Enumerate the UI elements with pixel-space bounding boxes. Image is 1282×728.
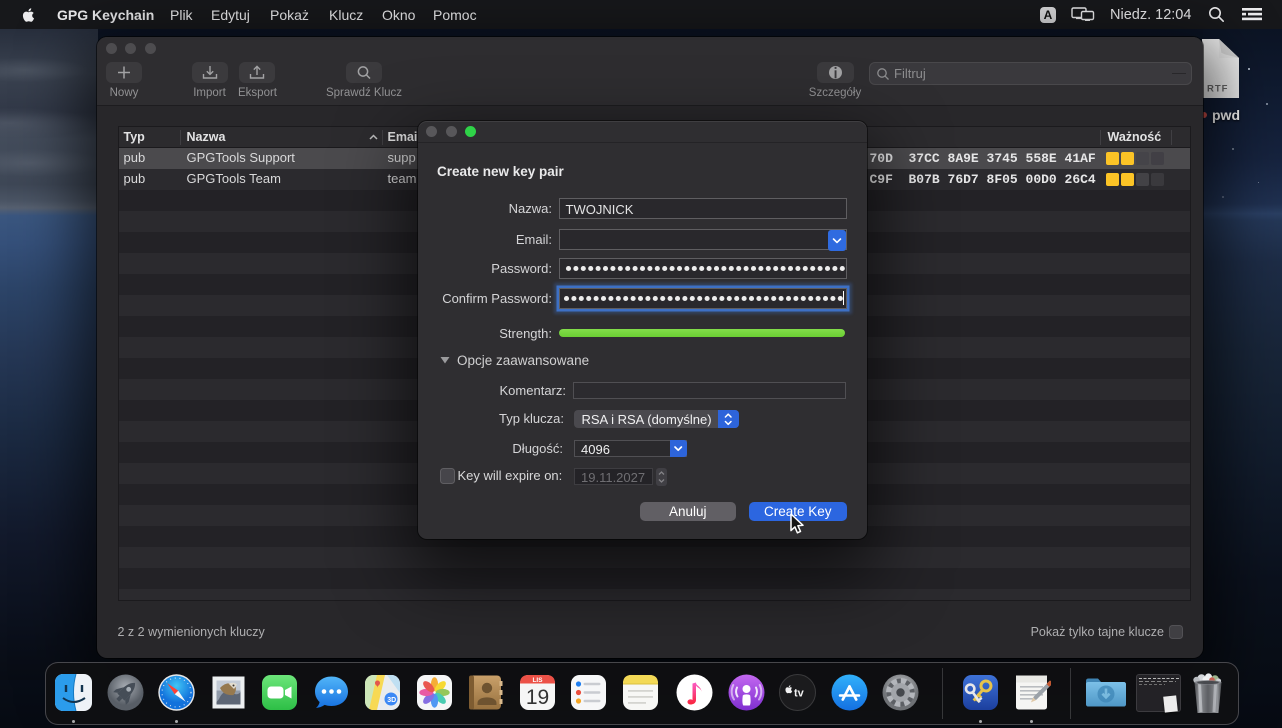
svg-text:3D: 3D xyxy=(387,697,396,704)
svg-text:19: 19 xyxy=(525,686,548,709)
svg-text:tv: tv xyxy=(794,688,805,700)
svg-text:LIS: LIS xyxy=(532,677,543,684)
svg-text:RTF: RTF xyxy=(1207,84,1228,95)
